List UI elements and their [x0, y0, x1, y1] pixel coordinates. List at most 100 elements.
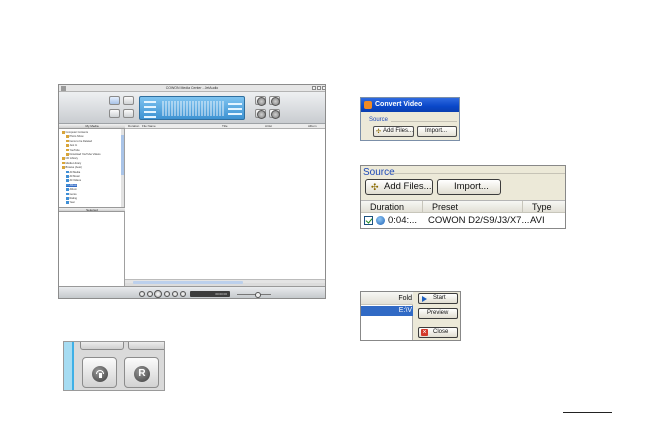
lcd-segment — [144, 116, 156, 118]
tree-item-label: Album — [69, 183, 77, 187]
start-button[interactable]: Start — [418, 293, 458, 304]
maximize-icon[interactable] — [317, 86, 321, 90]
convert-video-icon — [364, 101, 372, 109]
play-button[interactable] — [154, 290, 162, 298]
source-table: Duration Preset Type 0:04:... COWON D2/S… — [361, 200, 565, 228]
lcd-segment — [144, 111, 156, 113]
folder-icon — [66, 170, 69, 174]
top-control-panel — [59, 92, 325, 124]
tree-item-label: Album — [69, 188, 77, 192]
folder-icon — [62, 166, 65, 169]
volume-slider[interactable] — [237, 292, 271, 298]
tree-item[interactable]: Album — [66, 188, 77, 191]
forward-button[interactable] — [172, 291, 178, 297]
selected-pane — [59, 212, 125, 286]
record-button-zoom[interactable]: R — [124, 357, 159, 388]
previous-button[interactable] — [139, 291, 145, 297]
tree-item[interactable]: Download YouTube Videos — [66, 153, 101, 156]
tree-item[interactable]: All Media — [66, 171, 80, 174]
folder-icon — [66, 197, 69, 200]
import-button[interactable]: Import... — [437, 179, 501, 195]
folder-icon — [66, 179, 69, 182]
preview-label: Preview — [427, 310, 449, 316]
tree-item-label: CD Library — [65, 157, 78, 161]
source-group-label: Source — [369, 117, 389, 123]
video-file-icon — [376, 216, 385, 225]
tree-item[interactable]: Genre — [66, 193, 77, 196]
col-type[interactable]: Type — [523, 201, 565, 213]
folder-column-header[interactable]: Fold — [361, 292, 413, 305]
list-horizontal-scrollbar[interactable] — [125, 279, 325, 284]
add-files-button[interactable]: ✣ Add Files... — [373, 126, 414, 137]
col-duration[interactable]: Duration — [361, 201, 423, 213]
upper-button-right[interactable] — [128, 342, 164, 350]
device-button[interactable] — [123, 109, 134, 118]
media-list[interactable] — [125, 129, 325, 279]
folder-icon — [62, 157, 65, 160]
col-preset[interactable]: Preset — [423, 201, 523, 213]
tree-item[interactable]: Album — [66, 183, 77, 188]
folder-icon — [66, 153, 69, 156]
selected-folder-row[interactable]: E:\V — [361, 306, 413, 316]
tree-item[interactable]: Year — [66, 201, 75, 204]
tree-item[interactable]: All Videos — [66, 179, 81, 182]
tree-scrollbar[interactable] — [121, 129, 124, 207]
close-button[interactable]: Close — [418, 327, 458, 338]
tree-item[interactable]: Photo Show — [66, 135, 84, 138]
cd-button[interactable] — [109, 109, 120, 118]
tree-item[interactable]: Just In — [66, 144, 77, 147]
folder-icon — [66, 139, 69, 143]
stop-button[interactable] — [164, 291, 170, 297]
video-button[interactable] — [123, 96, 134, 105]
media-tree[interactable]: Computer Contents Photo Show Items to be D… — [59, 129, 125, 207]
source-group-zoom: Source ✣ Add Files... Import... Duration… — [360, 165, 566, 229]
time-display: 00:00:00 — [190, 291, 230, 297]
tree-item-label: All Media — [69, 170, 81, 174]
folder-icon — [62, 161, 65, 165]
tree-item[interactable]: Browse (Auto) — [62, 166, 82, 169]
folder-icon — [66, 144, 69, 147]
group-divider — [391, 121, 457, 122]
minimize-icon[interactable] — [312, 86, 316, 90]
add-files-label: Add Files... — [383, 128, 414, 134]
upper-button-left[interactable] — [80, 342, 124, 350]
system-menu-icon[interactable] — [61, 86, 66, 91]
lcd-segment — [228, 113, 242, 115]
folder-icon — [66, 183, 69, 187]
monitor-button[interactable] — [109, 96, 120, 105]
tree-item[interactable]: YouTube — [66, 149, 80, 152]
rewind-button[interactable] — [147, 291, 153, 297]
tree-item-label: All Videos — [69, 179, 82, 183]
tree-item[interactable]: Rating — [66, 197, 77, 200]
tree-item-label: Browse (Auto) — [65, 166, 82, 170]
tree-item-label: Genre — [69, 192, 77, 196]
convert-video-titlebar: Convert Video — [361, 98, 459, 112]
next-button[interactable] — [180, 291, 186, 297]
folder-icon — [66, 201, 69, 204]
equalizer-bars — [162, 101, 224, 116]
tree-item[interactable]: Media Library — [62, 162, 81, 165]
tree-item[interactable]: Computer Contents — [62, 131, 88, 134]
tree-item-label: Download YouTube Videos — [69, 153, 101, 156]
add-files-button[interactable]: ✣ Add Files... — [365, 179, 433, 195]
device-icon — [257, 97, 266, 106]
device-icon-stem — [98, 373, 102, 378]
convert-video-dialog: Convert Video Source ✣ Add Files... Impo… — [360, 97, 460, 141]
tree-item-label: Media Library — [65, 161, 82, 165]
row-checkbox[interactable] — [364, 216, 373, 225]
close-icon[interactable] — [322, 86, 325, 90]
tree-item[interactable]: Items to be Deleted — [66, 140, 92, 143]
tree-item[interactable]: All Music — [66, 175, 80, 178]
device-connect-button-zoom[interactable] — [82, 357, 117, 388]
tree-item-label: Just In — [69, 144, 78, 148]
tree-item[interactable]: CD Library — [62, 157, 78, 160]
row-duration: 0:04:... — [388, 215, 418, 226]
page-rule — [563, 412, 612, 413]
lcd-segment — [228, 103, 242, 105]
gear-icon — [271, 97, 280, 106]
import-button[interactable]: Import... — [417, 126, 457, 137]
preview-button[interactable]: Preview — [418, 308, 458, 319]
start-arrow-icon — [422, 295, 427, 302]
lcd-edge — [64, 342, 74, 390]
source-group-label: Source — [363, 167, 395, 178]
